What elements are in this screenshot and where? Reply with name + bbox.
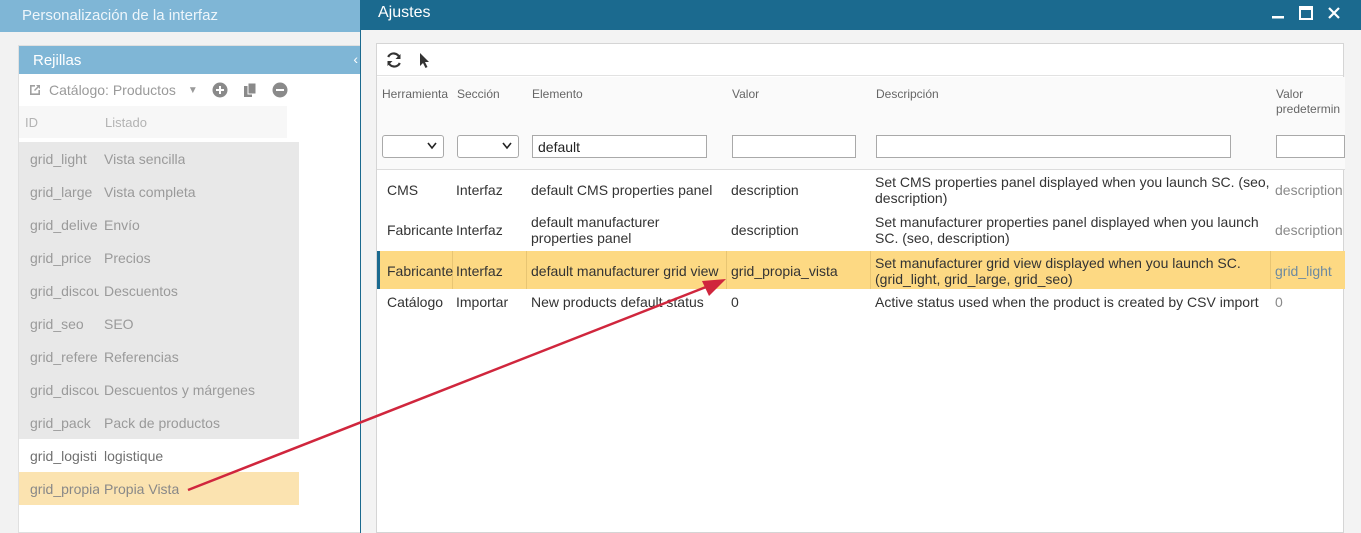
plus-circle-icon[interactable] <box>212 82 228 98</box>
settings-titlebar: Ajustes <box>361 0 1361 30</box>
seccion-filter-select[interactable] <box>457 135 519 158</box>
table-row[interactable]: CMS Interfaz default CMS properties pane… <box>377 171 1345 206</box>
table-row[interactable]: grid_discou Descuentos y márgenes <box>19 373 299 406</box>
grids-panel: Rejillas ‹ Catálogo: Productos ▼ ID List… <box>18 45 363 533</box>
minimize-icon[interactable] <box>1271 6 1285 20</box>
column-header-herramienta[interactable]: Herramienta <box>382 87 452 102</box>
minus-circle-icon[interactable] <box>272 82 288 98</box>
column-divider <box>726 251 727 289</box>
column-header-elemento[interactable]: Elemento <box>532 87 583 102</box>
row-selection-marker <box>377 251 380 289</box>
grids-column-header: ID Listado <box>19 106 287 138</box>
column-header-valor-predeterminado-line2: predetermin <box>1276 102 1341 116</box>
window-title: Personalización de la interfaz <box>0 0 362 32</box>
column-header-valor[interactable]: Valor <box>732 87 759 102</box>
close-icon[interactable] <box>1327 6 1341 20</box>
panel-header: Rejillas ‹ <box>19 46 362 74</box>
table-row[interactable]: Fabricante Interfaz default manufacturer… <box>377 205 1345 251</box>
herramienta-filter-select[interactable] <box>382 135 444 158</box>
table-row[interactable]: grid_large Vista completa <box>19 175 299 208</box>
table-row-selected[interactable]: grid_propia Propia Vista <box>19 472 299 505</box>
grids-toolbar: Catálogo: Productos ▼ <box>19 74 362 106</box>
table-row[interactable]: grid_pack Pack de productos <box>19 406 299 439</box>
settings-window: Ajustes Herramienta Sección Elemento Val… <box>360 0 1361 533</box>
table-row[interactable]: grid_price Precios <box>19 241 299 274</box>
column-divider <box>1270 251 1271 289</box>
external-link-icon[interactable] <box>27 82 43 98</box>
window-title: Ajustes <box>378 4 431 21</box>
column-header-descripcion[interactable]: Descripción <box>876 87 939 102</box>
descripcion-filter-input[interactable] <box>876 135 1231 158</box>
column-header-seccion[interactable]: Sección <box>457 87 500 102</box>
settings-content: Herramienta Sección Elemento Valor Descr… <box>376 43 1345 533</box>
settings-grid-body: CMS Interfaz default CMS properties pane… <box>377 171 1345 319</box>
cursor-pointer-icon[interactable] <box>415 51 433 69</box>
table-row[interactable]: grid_delive Envío <box>19 208 299 241</box>
table-row[interactable]: grid_logisti logistique <box>19 439 299 472</box>
table-row[interactable]: grid_light Vista sencilla <box>19 142 299 175</box>
table-row[interactable]: Catálogo Importar New products default s… <box>377 289 1345 319</box>
maximize-icon[interactable] <box>1299 6 1313 20</box>
settings-grid-header: Herramienta Sección Elemento Valor Descr… <box>377 77 1345 170</box>
valor-filter-input[interactable] <box>732 135 856 158</box>
column-header-id[interactable]: ID <box>19 115 99 130</box>
grids-list: grid_light Vista sencilla grid_large Vista… <box>19 142 299 505</box>
settings-toolbar <box>377 44 1343 76</box>
panel-title: Rejillas <box>33 52 82 69</box>
valor-predeterminado-filter-input[interactable] <box>1276 135 1345 158</box>
column-divider <box>870 251 871 289</box>
chevron-down-icon <box>502 142 512 150</box>
chevron-down-icon <box>427 142 437 150</box>
refresh-icon[interactable] <box>385 51 403 69</box>
table-row[interactable]: grid_refere Referencias <box>19 340 299 373</box>
catalog-selector[interactable]: Catálogo: Productos <box>49 82 176 98</box>
interface-customization-window: Personalización de la interfaz Rejillas … <box>0 0 363 533</box>
column-divider <box>526 251 527 289</box>
column-header-valor-predeterminado-line1: Valor <box>1276 87 1304 101</box>
elemento-filter-input[interactable] <box>532 135 707 158</box>
collapse-panel-icon[interactable]: ‹ <box>353 51 358 67</box>
window-controls <box>1271 6 1341 20</box>
chevron-down-icon[interactable]: ▼ <box>188 85 198 96</box>
column-header-valor-predeterminado[interactable]: Valor predetermin <box>1276 87 1345 117</box>
table-row[interactable]: grid_seo SEO <box>19 307 299 340</box>
table-row[interactable]: grid_discou Descuentos <box>19 274 299 307</box>
table-row-selected[interactable]: Fabricante Interfaz default manufacturer… <box>377 251 1345 289</box>
copy-icon[interactable] <box>242 82 258 98</box>
column-header-listado[interactable]: Listado <box>99 115 147 130</box>
